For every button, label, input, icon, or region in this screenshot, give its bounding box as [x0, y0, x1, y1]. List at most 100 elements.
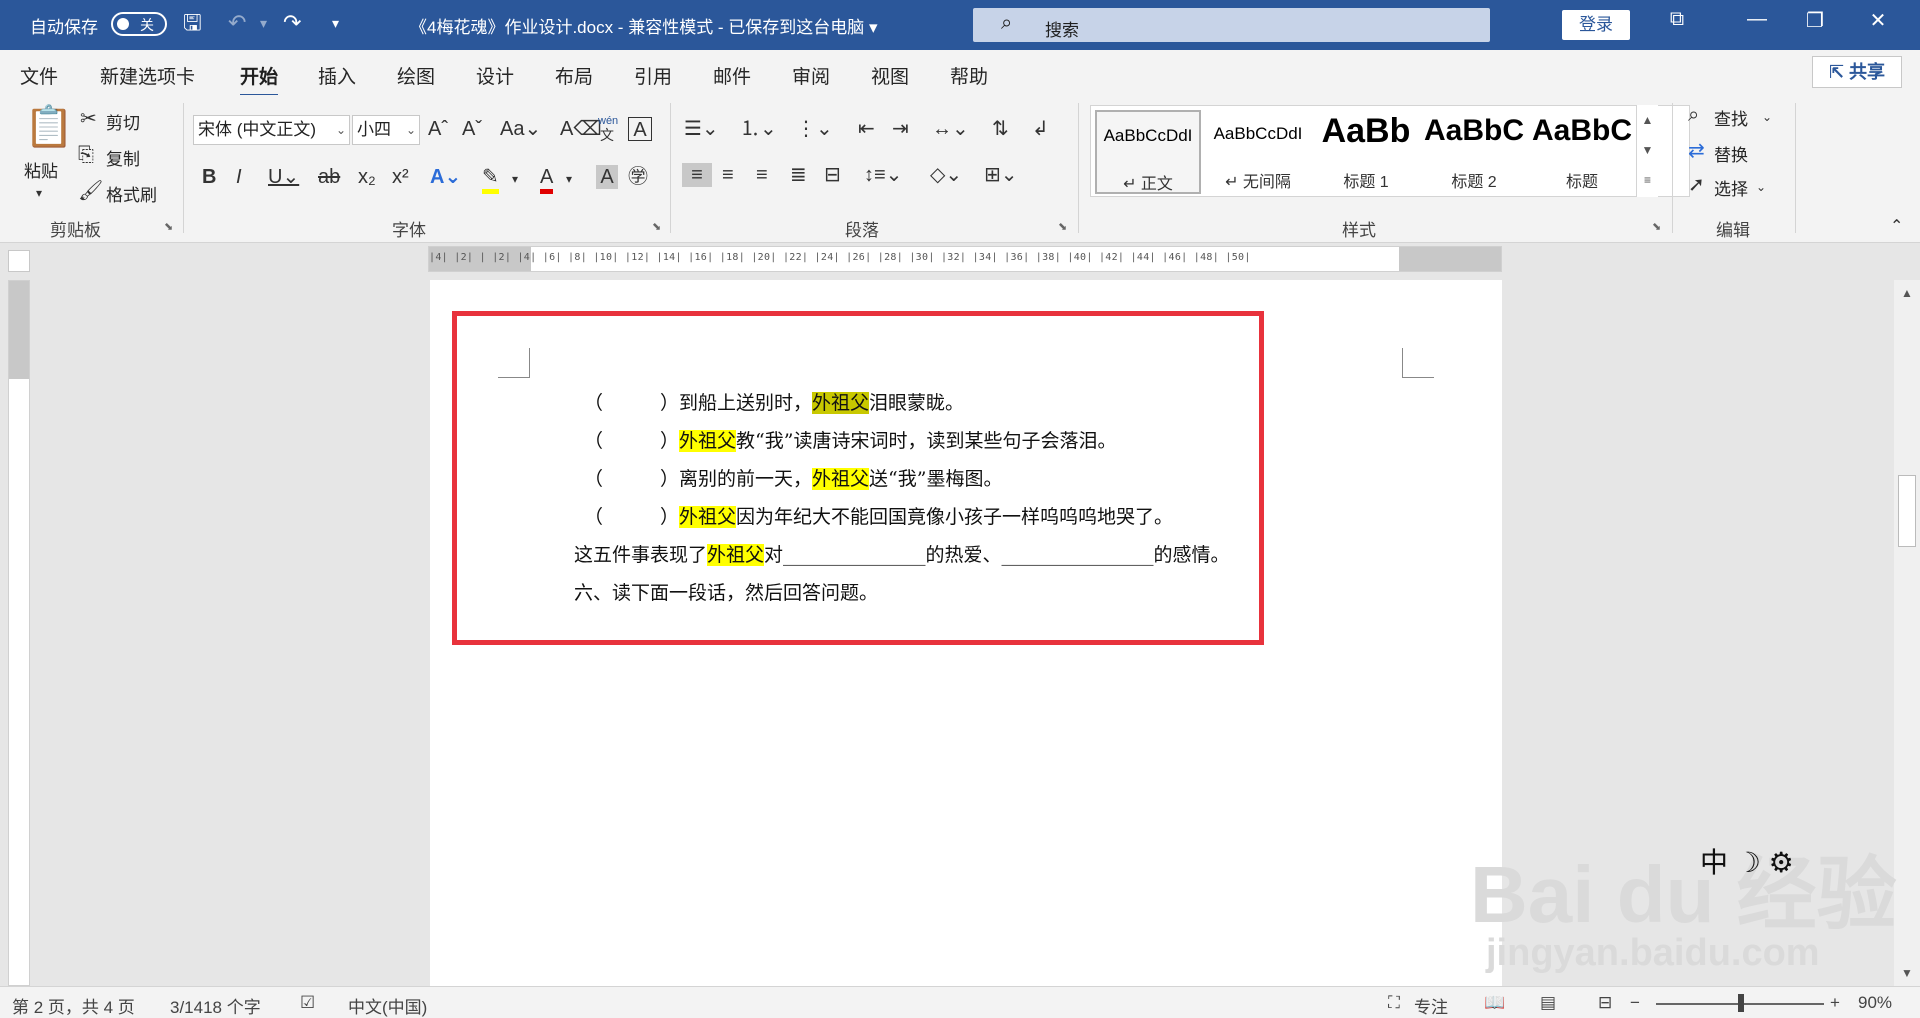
- scroll-up-icon[interactable]: ▲: [1894, 286, 1920, 300]
- align-left-icon[interactable]: ≡: [682, 163, 712, 187]
- distributed-icon[interactable]: ⊟: [824, 163, 841, 187]
- style-no-spacing[interactable]: AaBbCcDdI ↵ 无间隔: [1205, 110, 1311, 194]
- character-shading-icon[interactable]: A: [596, 165, 618, 189]
- search-box[interactable]: ⌕ 搜索: [973, 8, 1490, 42]
- share-button[interactable]: ⇱ 共享: [1812, 56, 1902, 88]
- paste-button[interactable]: 粘贴: [24, 157, 58, 182]
- style-heading-1[interactable]: AaBb 标题 1: [1313, 110, 1419, 194]
- select-dropdown-icon[interactable]: ⌄: [1756, 175, 1766, 199]
- collapse-ribbon-icon[interactable]: ⌃: [1890, 215, 1903, 239]
- font-color-dropdown-icon[interactable]: ▾: [566, 167, 572, 191]
- decrease-indent-icon[interactable]: ⇤: [858, 117, 875, 141]
- customize-toolbar-icon[interactable]: ▾: [332, 10, 339, 36]
- character-border-icon[interactable]: A: [628, 117, 652, 141]
- superscript-icon[interactable]: x²: [392, 165, 409, 189]
- bold-icon[interactable]: B: [202, 165, 216, 189]
- word-count[interactable]: 3/1418 个字: [170, 993, 261, 1018]
- align-center-icon[interactable]: ≡: [722, 163, 734, 187]
- scroll-thumb[interactable]: [1898, 475, 1916, 547]
- highlight-dropdown-icon[interactable]: ▾: [512, 167, 518, 191]
- tab-file[interactable]: 文件: [20, 62, 58, 89]
- select-button[interactable]: 选择: [1714, 175, 1748, 200]
- highlight-icon[interactable]: ✎: [482, 165, 499, 194]
- font-size-select[interactable]: 小四 ⌄: [352, 115, 420, 145]
- focus-label[interactable]: 专注: [1414, 993, 1448, 1018]
- horizontal-ruler[interactable]: |4| |2| | |2| |4| |6| |8| |10| |12| |14|…: [428, 246, 1502, 272]
- style-title[interactable]: AaBbC 标题: [1529, 110, 1635, 194]
- ribbon-display-icon[interactable]: ⧉: [1657, 8, 1697, 31]
- close-icon[interactable]: ✕: [1858, 8, 1898, 33]
- clear-formatting-icon[interactable]: A⌫: [560, 117, 602, 141]
- numbering-icon[interactable]: ⒈⌄: [740, 117, 777, 141]
- tab-references[interactable]: 引用: [634, 62, 672, 89]
- tab-layout[interactable]: 布局: [555, 62, 593, 89]
- undo-dropdown-icon[interactable]: ▾: [260, 10, 267, 36]
- restore-icon[interactable]: ❐: [1795, 8, 1835, 33]
- more-styles-icon[interactable]: ≡: [1637, 165, 1658, 195]
- zoom-out-icon[interactable]: −: [1630, 993, 1640, 1013]
- tab-help[interactable]: 帮助: [950, 62, 988, 89]
- phonetic-guide-icon[interactable]: 文: [600, 123, 614, 147]
- zoom-level[interactable]: 90%: [1858, 993, 1892, 1013]
- tab-new[interactable]: 新建选项卡: [100, 62, 195, 89]
- tab-view[interactable]: 视图: [871, 62, 909, 89]
- grow-font-icon[interactable]: Aˆ: [428, 117, 448, 141]
- page-count[interactable]: 第 2 页，共 4 页: [12, 993, 135, 1018]
- format-painter-button[interactable]: 格式刷: [106, 181, 157, 206]
- minimize-icon[interactable]: —: [1737, 8, 1777, 31]
- align-right-icon[interactable]: ≡: [756, 163, 768, 187]
- redo-icon[interactable]: ↷: [283, 10, 301, 36]
- tab-selector[interactable]: [8, 250, 30, 272]
- select-icon[interactable]: ➚: [1688, 173, 1705, 197]
- zoom-thumb[interactable]: [1738, 994, 1744, 1012]
- replace-icon[interactable]: ⇄: [1688, 139, 1705, 163]
- vertical-scrollbar[interactable]: ▲ ▼: [1894, 280, 1920, 986]
- clipboard-launcher-icon[interactable]: ⬊: [164, 220, 173, 233]
- styles-launcher-icon[interactable]: ⬊: [1652, 220, 1661, 233]
- styles-scroll[interactable]: ▲ ▼ ≡: [1636, 105, 1658, 197]
- underline-icon[interactable]: U⌄: [268, 165, 299, 189]
- focus-icon[interactable]: ⛶: [1388, 993, 1400, 1013]
- italic-icon[interactable]: I: [236, 165, 242, 189]
- find-button[interactable]: 查找: [1714, 105, 1748, 130]
- bullets-icon[interactable]: ☰⌄: [684, 117, 719, 141]
- chinese-layout-icon[interactable]: ↔⌄: [932, 117, 969, 141]
- borders-icon[interactable]: ⊞⌄: [984, 163, 1018, 187]
- tab-design[interactable]: 设计: [476, 62, 514, 89]
- chevron-down-icon[interactable]: ▼: [1637, 135, 1658, 165]
- autosave-toggle[interactable]: 关: [111, 12, 167, 36]
- justify-icon[interactable]: ≣: [790, 163, 807, 187]
- web-layout-icon[interactable]: ⊟: [1598, 993, 1612, 1013]
- undo-icon[interactable]: ↶: [228, 10, 246, 36]
- scissors-icon[interactable]: ✂: [80, 107, 97, 131]
- document-title[interactable]: 《4梅花魂》作业设计.docx - 兼容性模式 - 已保存到这台电脑 ▾: [410, 13, 878, 38]
- find-dropdown-icon[interactable]: ⌄: [1762, 105, 1772, 129]
- scroll-down-icon[interactable]: ▼: [1894, 966, 1920, 980]
- cut-button[interactable]: 剪切: [106, 109, 140, 134]
- paste-dropdown-icon[interactable]: ▾: [36, 181, 42, 205]
- enclose-character-icon[interactable]: ㊫: [628, 165, 648, 189]
- read-mode-icon[interactable]: 📖: [1484, 993, 1505, 1013]
- find-icon[interactable]: ⌕: [1688, 103, 1699, 127]
- tab-insert[interactable]: 插入: [318, 62, 356, 89]
- shrink-font-icon[interactable]: Aˇ: [462, 117, 482, 141]
- login-button[interactable]: 登录: [1562, 10, 1630, 40]
- text-effects-icon[interactable]: A⌄: [430, 165, 461, 189]
- font-family-select[interactable]: 宋体 (中文正文) ⌄: [193, 115, 350, 145]
- language[interactable]: 中文(中国): [348, 993, 427, 1018]
- strikethrough-icon[interactable]: ab: [318, 165, 340, 189]
- show-marks-icon[interactable]: ↲: [1032, 117, 1049, 141]
- paragraph-launcher-icon[interactable]: ⬊: [1058, 220, 1067, 233]
- change-case-icon[interactable]: Aa⌄: [500, 117, 541, 141]
- font-launcher-icon[interactable]: ⬊: [652, 220, 661, 233]
- tab-home[interactable]: 开始: [240, 62, 279, 97]
- tab-draw[interactable]: 绘图: [397, 62, 435, 89]
- proofing-icon[interactable]: ☑: [300, 993, 315, 1013]
- paste-icon[interactable]: 📋: [24, 105, 74, 149]
- replace-button[interactable]: 替换: [1714, 141, 1748, 166]
- tab-mailings[interactable]: 邮件: [713, 62, 751, 89]
- chevron-up-icon[interactable]: ▲: [1637, 105, 1658, 135]
- format-painter-icon[interactable]: 🖌: [78, 179, 103, 203]
- zoom-in-icon[interactable]: +: [1830, 993, 1840, 1013]
- ime-indicator[interactable]: 中 ☽ ⚙: [1700, 841, 1794, 881]
